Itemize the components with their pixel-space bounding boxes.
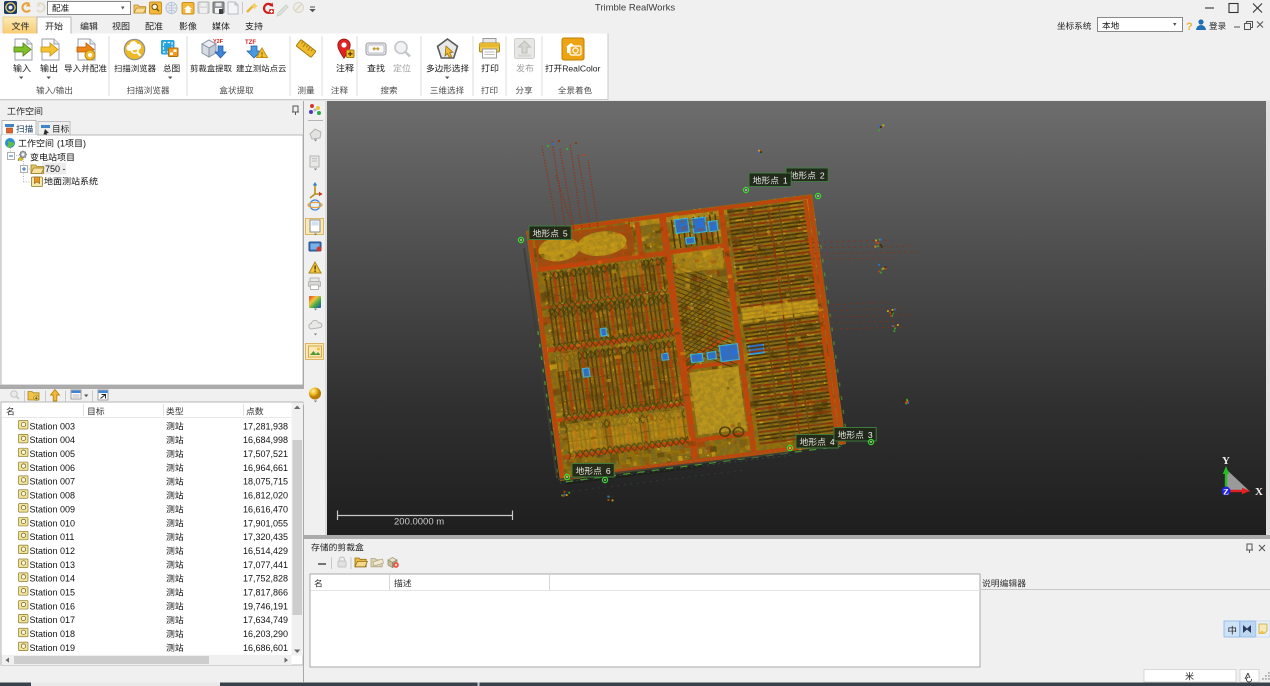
svg-text:?: ? [1186, 21, 1193, 33]
svg-text:): ) [83, 139, 86, 149]
svg-text:3: 3 [868, 430, 873, 440]
svg-text:17,507,521: 17,507,521 [243, 449, 288, 459]
svg-text:Station 014: Station 014 [30, 574, 76, 584]
svg-text:2: 2 [820, 170, 825, 180]
svg-text:Station 006: Station 006 [30, 463, 76, 473]
svg-text:Station 013: Station 013 [30, 560, 76, 570]
svg-text:Station 019: Station 019 [30, 643, 76, 653]
svg-text:6: 6 [606, 466, 611, 476]
svg-text:Station 012: Station 012 [30, 546, 76, 556]
svg-text:Station 007: Station 007 [30, 477, 76, 487]
svg-text:Z: Z [1223, 487, 1229, 497]
svg-text:17,817,866: 17,817,866 [243, 588, 288, 598]
svg-text:Station 017: Station 017 [30, 615, 76, 625]
svg-text:Station 011: Station 011 [30, 532, 75, 542]
svg-text:Station 008: Station 008 [30, 491, 76, 501]
svg-text:TZF: TZF [245, 40, 256, 46]
svg-text:Station 004: Station 004 [30, 435, 76, 445]
svg-text:RealColor: RealColor [562, 64, 600, 74]
svg-text:16,812,020: 16,812,020 [243, 491, 288, 501]
svg-text:16,684,998: 16,684,998 [243, 435, 288, 445]
svg-text:16,686,601: 16,686,601 [243, 643, 288, 653]
svg-text:18,075,715: 18,075,715 [243, 477, 288, 487]
svg-text:Station 005: Station 005 [30, 449, 76, 459]
svg-text:17,281,938: 17,281,938 [243, 421, 288, 431]
svg-text:X: X [1255, 486, 1263, 498]
svg-text:17,320,435: 17,320,435 [243, 532, 288, 542]
svg-text:Station 015: Station 015 [30, 588, 76, 598]
svg-text:17,634,749: 17,634,749 [243, 615, 288, 625]
svg-text:16,616,470: 16,616,470 [243, 504, 288, 514]
svg-text:5: 5 [563, 228, 568, 238]
svg-text:Trimble RealWorks: Trimble RealWorks [595, 3, 675, 14]
svg-text:Station 010: Station 010 [30, 518, 76, 528]
svg-text:Station 016: Station 016 [30, 601, 76, 611]
svg-text:(1: (1 [55, 139, 66, 149]
svg-text:17,901,055: 17,901,055 [243, 518, 288, 528]
svg-text:Station 018: Station 018 [30, 629, 76, 639]
svg-text:**: ** [372, 46, 380, 56]
svg-text:200.0000 m: 200.0000 m [394, 517, 444, 528]
svg-text:19,746,191: 19,746,191 [243, 601, 288, 611]
svg-text:Y: Y [1222, 455, 1230, 467]
svg-text:16,514,429: 16,514,429 [243, 546, 288, 556]
svg-text:17,077,441: 17,077,441 [243, 560, 288, 570]
svg-text:!: ! [261, 52, 263, 59]
svg-text:17,752,828: 17,752,828 [243, 574, 288, 584]
svg-text:16,203,290: 16,203,290 [243, 629, 288, 639]
svg-text:Station 003: Station 003 [30, 421, 76, 431]
svg-text:Y2F: Y2F [213, 39, 224, 45]
svg-text:16,964,661: 16,964,661 [243, 463, 288, 473]
svg-text:Station 009: Station 009 [30, 504, 76, 514]
svg-text:1: 1 [783, 175, 788, 185]
svg-text:750 -: 750 - [45, 164, 66, 174]
